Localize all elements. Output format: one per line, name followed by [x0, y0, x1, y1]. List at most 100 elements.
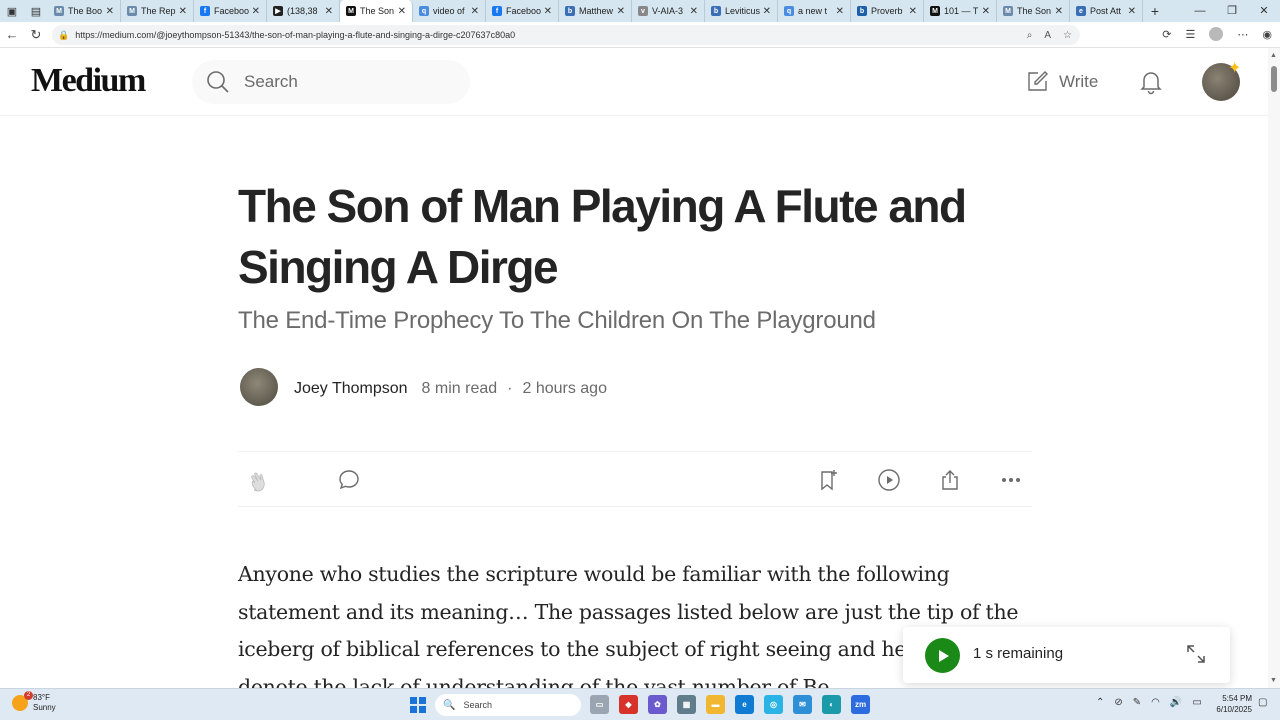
- browser-tab[interactable]: M The Boo ✕: [48, 0, 121, 22]
- scroll-down-icon[interactable]: ▼: [1270, 677, 1277, 684]
- tab-close-icon[interactable]: ✕: [1055, 6, 1063, 17]
- pen-icon[interactable]: ✎: [1133, 697, 1141, 708]
- search-box[interactable]: [192, 60, 470, 104]
- start-button[interactable]: [410, 697, 426, 713]
- minimize-button[interactable]: —: [1184, 0, 1216, 22]
- write-button[interactable]: Write: [1025, 70, 1098, 94]
- author-avatar[interactable]: [240, 368, 278, 406]
- read-aloud-icon[interactable]: A: [1044, 30, 1051, 41]
- tray-overflow-icon[interactable]: ⌃: [1096, 697, 1104, 708]
- bookmark-add-icon[interactable]: [817, 468, 841, 492]
- address-bar-row: ← ↻ 🔒 https://medium.com/@joeythompson-5…: [0, 22, 1280, 48]
- edge-browser-icon[interactable]: e: [735, 695, 754, 714]
- task-view-icon[interactable]: ▭: [590, 695, 609, 714]
- author-name[interactable]: Joey Thompson: [294, 380, 408, 398]
- tab-label: V-AIA-3: [652, 6, 684, 16]
- workspaces-icon[interactable]: ▣: [0, 0, 24, 22]
- weather-badge: 2: [24, 691, 33, 700]
- clock-time: 5:54 PM: [1222, 694, 1252, 703]
- play-button[interactable]: [925, 638, 960, 673]
- battery-icon[interactable]: ▭: [1192, 697, 1201, 708]
- tab-close-icon[interactable]: ✕: [398, 6, 406, 17]
- browser-tab[interactable]: b Matthew ✕: [559, 0, 632, 22]
- weather-widget[interactable]: 2 83°F Sunny: [12, 691, 56, 713]
- close-window-button[interactable]: ✕: [1248, 0, 1280, 22]
- browser-tab[interactable]: q a new t ✕: [778, 0, 851, 22]
- maximize-button[interactable]: ❐: [1216, 0, 1248, 22]
- volume-icon[interactable]: 🔊: [1170, 697, 1182, 708]
- store-app-icon[interactable]: ▦: [677, 695, 696, 714]
- zoom-app-icon[interactable]: zm: [851, 695, 870, 714]
- tab-label: The Boo: [68, 6, 103, 16]
- tab-list: M The Boo ✕ M The Rep ✕ f Faceboo ✕ ▶ (138,38 ✕ M The…: [48, 0, 1143, 22]
- browser-tab[interactable]: f Faceboo ✕: [486, 0, 559, 22]
- notifications-bell-icon[interactable]: [1138, 69, 1164, 95]
- chrome-icon[interactable]: ◎: [764, 695, 783, 714]
- back-button[interactable]: ←: [0, 23, 24, 47]
- browser-tab[interactable]: q video of ✕: [413, 0, 486, 22]
- scroll-up-icon[interactable]: ▲: [1270, 52, 1277, 59]
- clap-icon[interactable]: [248, 468, 274, 494]
- address-bar[interactable]: 🔒 https://medium.com/@joeythompson-51343…: [52, 25, 1080, 45]
- more-options-icon[interactable]: [999, 468, 1023, 492]
- profile-icon[interactable]: [1209, 27, 1224, 41]
- zoom-icon[interactable]: ⌕: [1027, 30, 1033, 41]
- tab-close-icon[interactable]: ✕: [617, 6, 625, 17]
- browser-tab[interactable]: M 101 — T ✕: [924, 0, 997, 22]
- system-clock[interactable]: 5:54 PM 6/10/2025: [1210, 693, 1252, 715]
- tab-close-icon[interactable]: ✕: [836, 6, 844, 17]
- comment-icon[interactable]: [337, 468, 361, 492]
- tab-close-icon[interactable]: ✕: [252, 6, 260, 17]
- tab-close-icon[interactable]: ✕: [179, 6, 187, 17]
- favorite-star-icon[interactable]: ☆: [1063, 30, 1072, 41]
- medium-logo[interactable]: Medium: [31, 62, 146, 100]
- browser-tab[interactable]: e Post Att ✕: [1070, 0, 1143, 22]
- mail-app-icon[interactable]: ✉: [793, 695, 812, 714]
- tab-close-icon[interactable]: ✕: [763, 6, 771, 17]
- active-app-icon[interactable]: ◐: [822, 695, 841, 714]
- new-tab-button[interactable]: +: [1143, 3, 1167, 19]
- browser-tab[interactable]: f Faceboo ✕: [194, 0, 267, 22]
- favorites-icon[interactable]: ☰: [1186, 28, 1196, 41]
- more-menu-icon[interactable]: ⋯: [1237, 28, 1248, 41]
- search-input[interactable]: [244, 72, 434, 92]
- refresh-button[interactable]: ↻: [24, 23, 48, 47]
- tab-close-icon[interactable]: ✕: [982, 6, 990, 17]
- tab-label: (138,38: [287, 6, 318, 16]
- windows-taskbar: 2 83°F Sunny 🔍 Search ▭ ◆ ✿ ▦ ▬ e ◎ ✉ ◐ …: [0, 688, 1280, 720]
- notifications-icon[interactable]: ▢: [1258, 697, 1267, 708]
- tab-close-icon[interactable]: ✕: [471, 6, 479, 17]
- tab-actions-icon[interactable]: ▤: [24, 0, 48, 22]
- browser-tab[interactable]: M The Son ✕: [997, 0, 1070, 22]
- copilot-app-icon[interactable]: ✿: [648, 695, 667, 714]
- listen-play-icon[interactable]: [877, 468, 901, 492]
- network-icon[interactable]: ⊘: [1114, 697, 1122, 708]
- tab-label: Faceboo: [506, 6, 541, 16]
- browser-tab[interactable]: b Proverb ✕: [851, 0, 924, 22]
- tab-close-icon[interactable]: ✕: [544, 6, 552, 17]
- tab-close-icon[interactable]: ✕: [106, 6, 114, 17]
- tab-label: The Son: [360, 6, 395, 16]
- tab-favicon-icon: e: [1076, 6, 1086, 16]
- page-scrollbar[interactable]: ▲ ▼: [1268, 48, 1280, 688]
- browser-tab[interactable]: M The Rep ✕: [121, 0, 194, 22]
- share-icon[interactable]: [938, 468, 962, 492]
- browser-tab[interactable]: v V-AIA-3 ✕: [632, 0, 705, 22]
- tab-favicon-icon: M: [127, 6, 137, 16]
- tab-close-icon[interactable]: ✕: [1128, 6, 1136, 17]
- copilot-icon[interactable]: ◉: [1262, 28, 1272, 41]
- extensions-icon[interactable]: ⟳: [1162, 28, 1171, 41]
- tab-close-icon[interactable]: ✕: [325, 6, 333, 17]
- tab-close-icon[interactable]: ✕: [909, 6, 917, 17]
- audio-player-popup: 1 s remaining: [903, 627, 1230, 683]
- taskbar-search[interactable]: 🔍 Search: [435, 694, 581, 716]
- tab-close-icon[interactable]: ✕: [690, 6, 698, 17]
- wifi-icon[interactable]: ◠: [1151, 697, 1160, 708]
- security-app-icon[interactable]: ◆: [619, 695, 638, 714]
- browser-tab[interactable]: ▶ (138,38 ✕: [267, 0, 340, 22]
- file-explorer-icon[interactable]: ▬: [706, 695, 725, 714]
- browser-tab[interactable]: M The Son ✕: [340, 0, 413, 22]
- expand-icon[interactable]: [1186, 644, 1206, 664]
- browser-tab[interactable]: b Leviticus ✕: [705, 0, 778, 22]
- scrollbar-thumb[interactable]: [1271, 66, 1277, 92]
